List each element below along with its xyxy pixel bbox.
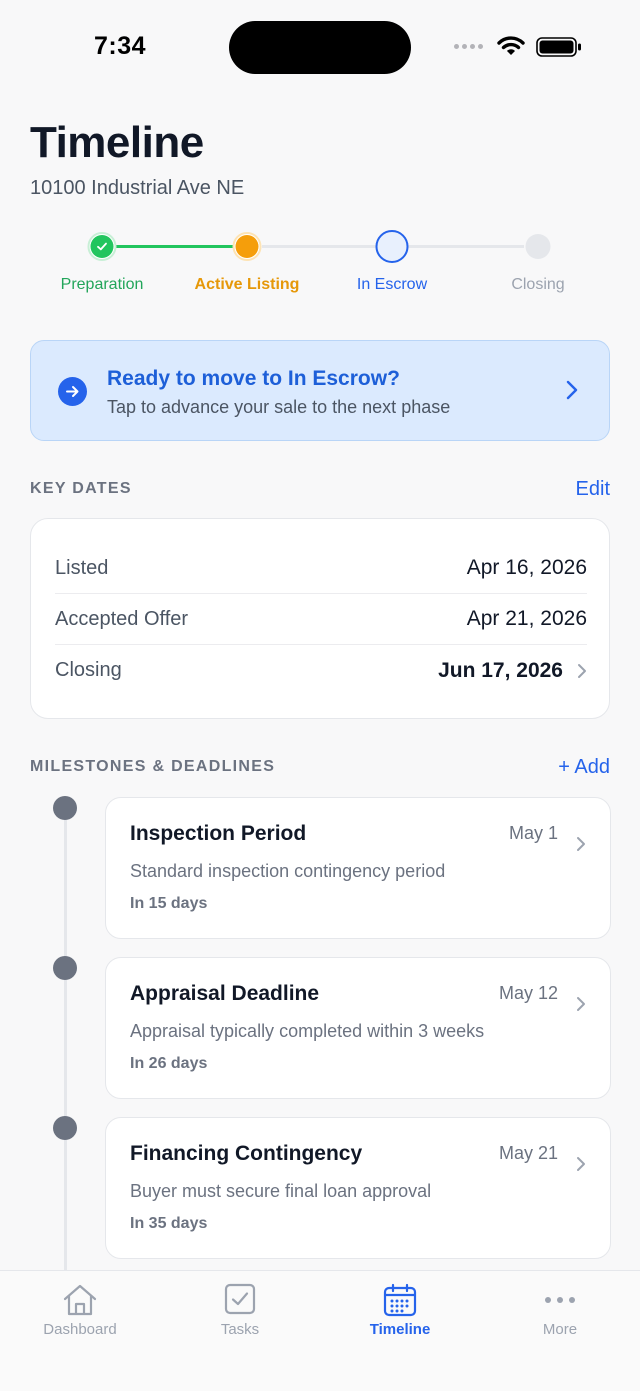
milestone-date: May 1 <box>508 823 558 843</box>
edit-dates-button[interactable]: Edit <box>576 478 610 501</box>
date-row-listed: Listed Apr 16, 2026 <box>55 543 587 594</box>
tab-label: Timeline <box>369 1321 431 1338</box>
milestone-date: May 21 <box>498 1143 558 1163</box>
date-value: Apr 16, 2026 <box>466 556 587 579</box>
timeline-dot <box>53 956 77 980</box>
milestone-title: Appraisal Deadline <box>130 982 320 1005</box>
timeline-dot <box>53 1116 77 1140</box>
tab-dashboard[interactable]: Dashboard <box>0 1271 160 1351</box>
banner-subtitle: Tap to advance your sale to the next pha… <box>107 397 451 417</box>
milestone-card-financing-contingency[interactable]: Financing Contingency May 21 Buyer must … <box>105 1117 611 1259</box>
arrow-right-circle-icon <box>58 377 87 406</box>
banner-title: Ready to move to In Escrow? <box>107 367 400 390</box>
milestones-header: MILESTONES & DEADLINES <box>30 758 276 775</box>
chevron-right-icon <box>577 1157 585 1171</box>
date-label: Listed <box>55 556 109 579</box>
advance-phase-banner[interactable]: Ready to move to In Escrow? Tap to advan… <box>30 340 610 441</box>
add-milestone-button[interactable]: + Add <box>558 756 610 779</box>
step-label-preparation: Preparation <box>60 276 144 293</box>
date-row-accepted-offer: Accepted Offer Apr 21, 2026 <box>55 594 587 645</box>
status-time: 7:34 <box>94 32 147 60</box>
milestone-due: In 26 days <box>130 1055 208 1072</box>
timeline-line <box>64 806 67 1276</box>
date-row-closing[interactable]: Closing Jun 17, 2026 <box>55 645 587 696</box>
tab-more[interactable]: More <box>480 1271 640 1351</box>
cellular-signal-icon <box>454 44 483 49</box>
date-value: Apr 21, 2026 <box>466 607 587 630</box>
date-value: Jun 17, 2026 <box>438 658 563 682</box>
step-label-in-escrow: In Escrow <box>356 276 428 293</box>
date-label: Accepted Offer <box>55 607 189 630</box>
step-connector-complete <box>114 245 236 248</box>
battery-icon <box>536 37 581 57</box>
milestone-date: May 12 <box>498 983 558 1003</box>
step-connector <box>262 245 378 248</box>
chevron-right-icon <box>577 837 585 851</box>
step-label-closing: Closing <box>511 276 565 293</box>
dynamic-island <box>229 21 411 74</box>
milestone-description: Standard inspection contingency period <box>130 861 446 881</box>
step-label-active-listing: Active Listing <box>194 276 300 293</box>
key-dates-header: KEY DATES <box>30 480 132 497</box>
tab-label: Dashboard <box>43 1321 117 1338</box>
step-dot-closing[interactable] <box>525 234 551 259</box>
step-dot-preparation[interactable] <box>87 232 117 261</box>
milestone-description: Buyer must secure final loan approval <box>130 1181 432 1201</box>
calendar-icon <box>383 1283 417 1317</box>
tab-bar: Dashboard Tasks Timeline More <box>0 1270 640 1391</box>
date-label: Closing <box>55 659 122 681</box>
chevron-right-icon <box>577 997 585 1011</box>
status-bar: 7:34 <box>0 0 640 96</box>
wifi-icon <box>497 36 525 55</box>
chevron-right-icon <box>578 663 586 678</box>
chevron-right-icon <box>566 380 578 400</box>
tab-tasks[interactable]: Tasks <box>160 1271 320 1351</box>
step-dot-in-escrow[interactable] <box>375 230 409 263</box>
key-dates-card: Listed Apr 16, 2026 Accepted Offer Apr 2… <box>30 518 610 719</box>
tab-label: More <box>542 1321 578 1338</box>
milestone-card-inspection-period[interactable]: Inspection Period May 1 Standard inspect… <box>105 797 611 939</box>
milestone-due: In 15 days <box>130 895 208 912</box>
tab-timeline[interactable]: Timeline <box>320 1271 480 1351</box>
house-icon <box>63 1284 97 1316</box>
step-connector <box>408 245 524 248</box>
timeline-dot <box>53 796 77 820</box>
home-indicator <box>190 1374 450 1381</box>
step-dot-active-listing[interactable] <box>232 232 262 261</box>
milestone-card-appraisal-deadline[interactable]: Appraisal Deadline May 12 Appraisal typi… <box>105 957 611 1099</box>
milestone-description: Appraisal typically completed within 3 w… <box>130 1021 485 1041</box>
phase-stepper: Preparation Active Listing In Escrow Clo… <box>0 230 640 300</box>
milestone-title: Financing Contingency <box>130 1142 363 1165</box>
checkmark-icon <box>97 242 107 251</box>
tab-label: Tasks <box>220 1321 260 1338</box>
checkbox-icon <box>224 1283 256 1315</box>
milestone-title: Inspection Period <box>130 822 307 845</box>
ellipsis-icon <box>545 1297 575 1303</box>
milestone-due: In 35 days <box>130 1215 208 1232</box>
property-address: 10100 Industrial Ave NE <box>30 177 245 199</box>
page-title: Timeline <box>30 118 204 167</box>
